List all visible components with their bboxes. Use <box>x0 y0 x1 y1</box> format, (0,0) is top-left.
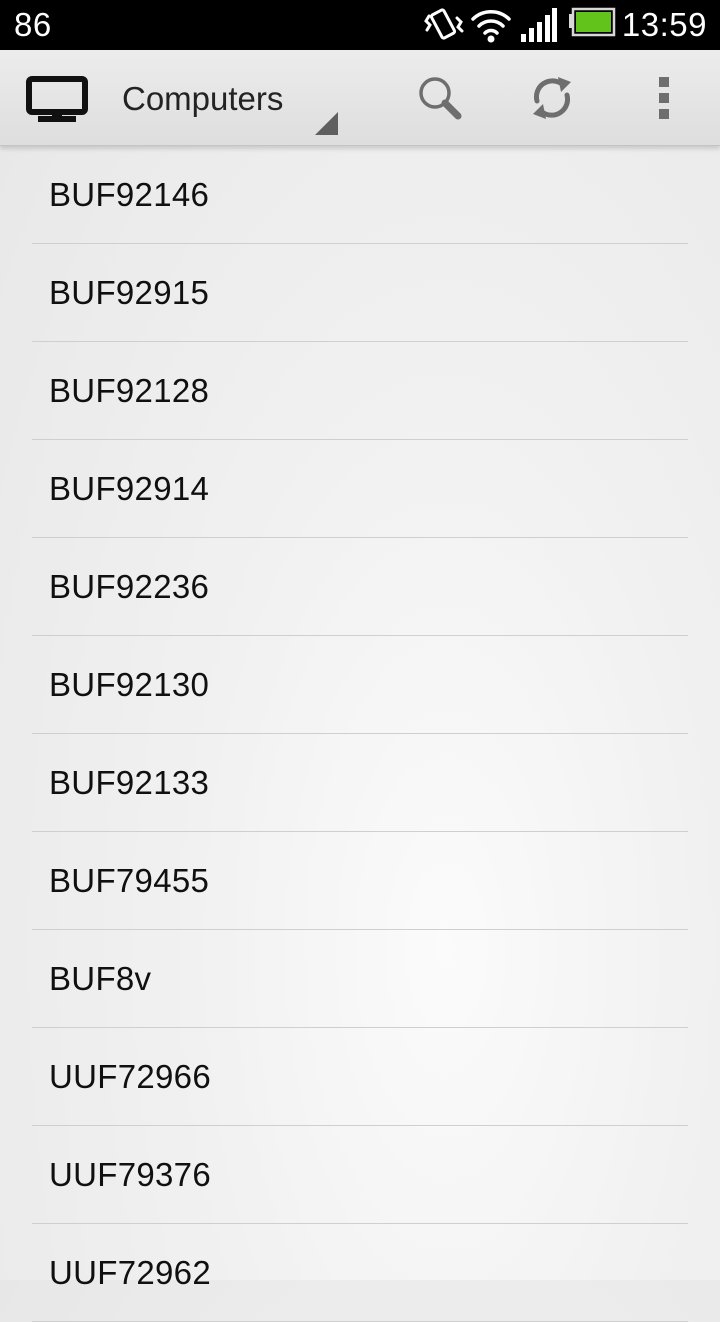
computer-name: BUF92133 <box>49 764 210 801</box>
computer-name: BUF79455 <box>49 862 210 899</box>
computer-list-item[interactable]: BUF92914 <box>32 440 688 538</box>
overflow-menu-button[interactable] <box>620 50 708 145</box>
computer-name: BUF92915 <box>49 274 210 311</box>
computer-name: BUF92128 <box>49 372 210 409</box>
dropdown-caret-icon <box>315 112 338 135</box>
signal-icon <box>520 6 558 44</box>
status-notification-count: 86 <box>14 6 52 43</box>
computer-name: UUF79376 <box>49 1156 211 1193</box>
computer-list-item[interactable]: UUF72962 <box>32 1224 688 1322</box>
computer-list-item[interactable]: BUF92133 <box>32 734 688 832</box>
category-spinner[interactable]: Computers <box>110 50 342 145</box>
page-title: Computers <box>122 80 284 117</box>
computer-name: BUF92146 <box>49 176 210 213</box>
refresh-button[interactable] <box>508 50 596 145</box>
computer-list-item[interactable]: UUF79376 <box>32 1126 688 1224</box>
computer-name: UUF72966 <box>49 1058 211 1095</box>
computer-list-item[interactable]: BUF92128 <box>32 342 688 440</box>
monitor-icon[interactable] <box>26 76 88 124</box>
computer-name: BUF92914 <box>49 470 210 507</box>
computer-list-item[interactable]: BUF8v <box>32 930 688 1028</box>
computer-list-item[interactable]: BUF92236 <box>32 538 688 636</box>
computer-list: BUF92146 BUF92915 BUF92128 BUF92914 BUF92236… <box>0 146 720 1322</box>
computer-name: BUF92236 <box>49 568 210 605</box>
computer-list-item[interactable]: BUF92146 <box>32 146 688 244</box>
battery-icon <box>568 6 616 44</box>
status-bar: 86 13:59 <box>0 0 720 50</box>
action-bar: Computers <box>0 50 720 146</box>
computer-name: BUF8v <box>49 960 152 997</box>
computer-list-item[interactable]: UUF72966 <box>32 1028 688 1126</box>
computer-list-item[interactable]: BUF92130 <box>32 636 688 734</box>
status-time: 13:59 <box>621 6 707 43</box>
vibrate-icon <box>424 6 464 44</box>
computer-name: BUF92130 <box>49 666 210 703</box>
computer-name: UUF72962 <box>49 1254 211 1291</box>
computer-list-item[interactable]: BUF92915 <box>32 244 688 342</box>
computer-list-item[interactable]: BUF79455 <box>32 832 688 930</box>
search-button[interactable] <box>396 50 484 145</box>
wifi-icon <box>470 6 512 44</box>
